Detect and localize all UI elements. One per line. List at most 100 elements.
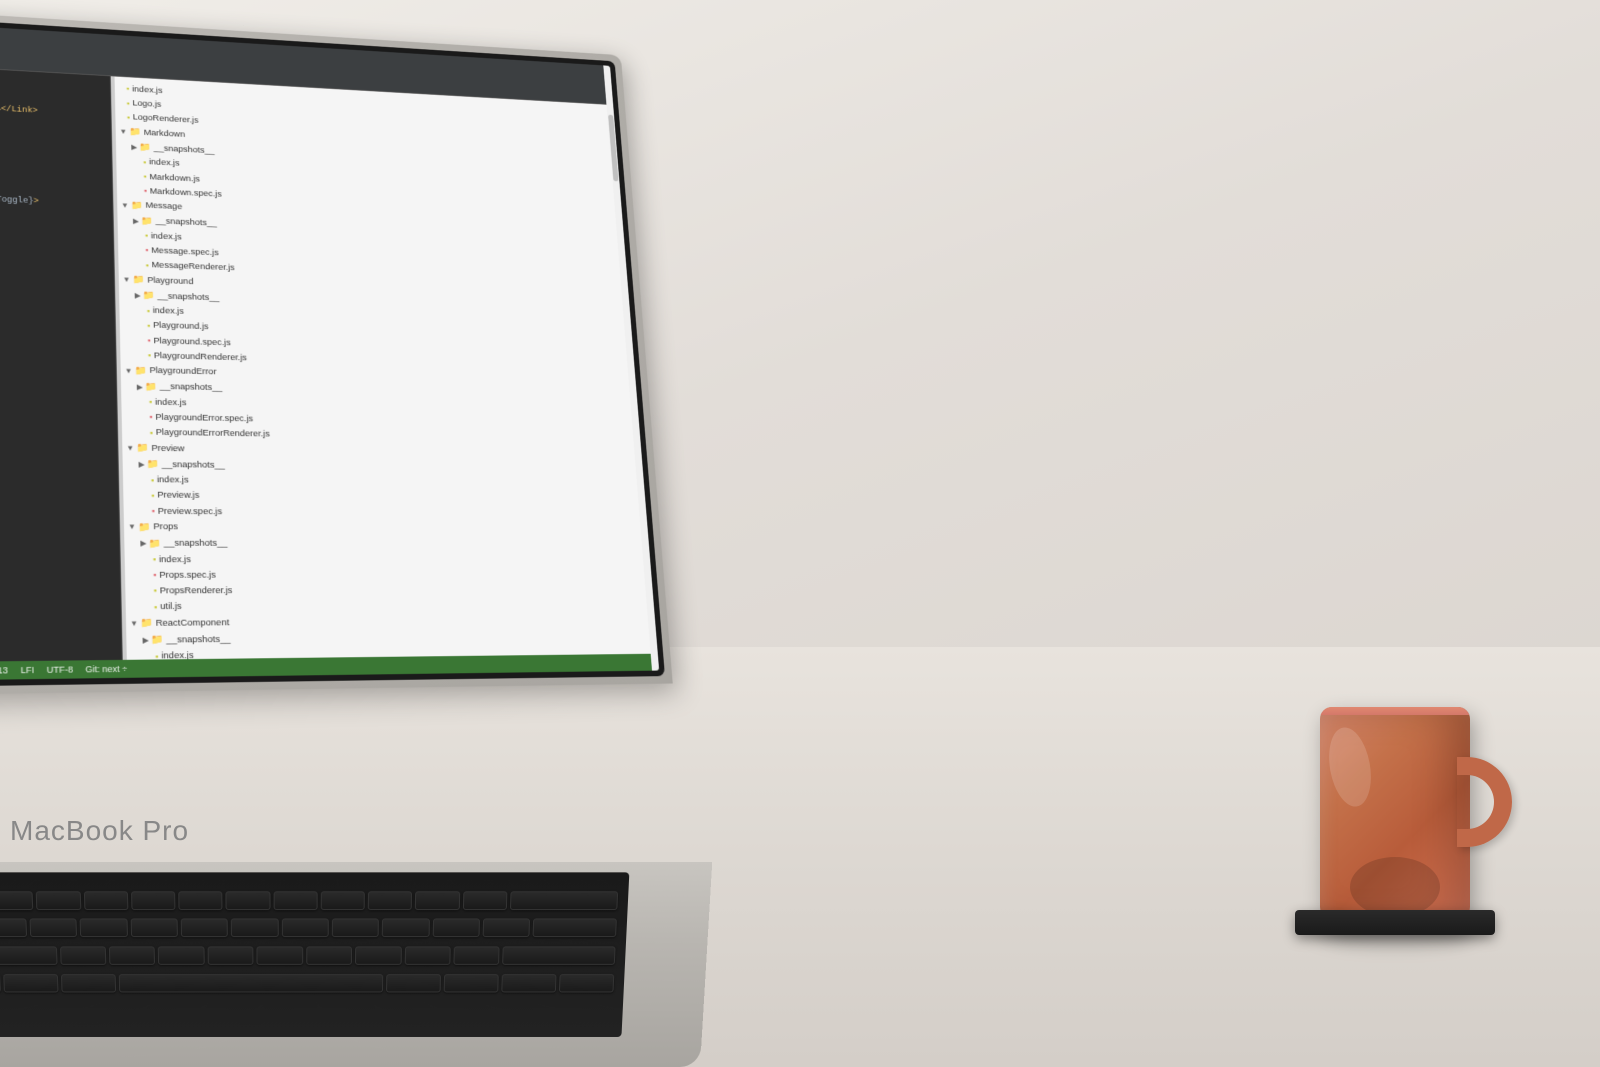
folder-icon: 📁 bbox=[151, 632, 164, 649]
list-item[interactable]: ▪ index.js bbox=[125, 552, 651, 568]
key bbox=[432, 919, 480, 938]
key bbox=[60, 946, 107, 965]
key bbox=[131, 891, 176, 910]
status-position: 65:13 bbox=[0, 665, 8, 675]
folder-icon: 📁 bbox=[138, 519, 151, 535]
code-content: <Link> ame)→ Exit Isolation</Link> ame +… bbox=[0, 59, 113, 218]
key bbox=[533, 919, 617, 938]
js-file-icon: ▪ bbox=[154, 600, 158, 615]
key bbox=[559, 974, 614, 992]
key bbox=[0, 919, 27, 938]
key bbox=[415, 891, 460, 910]
js-file-icon: ▪ bbox=[126, 83, 129, 97]
laptop-base bbox=[0, 862, 712, 1067]
chevron-down-icon: ▼ bbox=[126, 442, 134, 455]
chevron-right-icon: ▶ bbox=[137, 380, 143, 393]
list-item[interactable]: ▪ Props.spec.js bbox=[125, 567, 652, 583]
key bbox=[273, 891, 317, 910]
list-item[interactable]: ▶ 📁 __snapshots__ bbox=[124, 536, 649, 553]
key bbox=[501, 974, 556, 992]
spec-file-icon: ▪ bbox=[145, 244, 148, 258]
folder-icon: 📁 bbox=[142, 288, 154, 304]
key bbox=[444, 974, 499, 992]
file-tree-panel[interactable]: ▪ index.js ▪ Logo.js bbox=[115, 76, 658, 659]
key-row bbox=[0, 943, 616, 967]
spec-file-icon: ▪ bbox=[147, 334, 150, 348]
spec-file-icon: ▪ bbox=[144, 184, 147, 198]
key bbox=[0, 891, 34, 910]
key bbox=[0, 974, 1, 992]
brand-text: MacBook Pro bbox=[10, 815, 189, 846]
chevron-down-icon: ▼ bbox=[125, 364, 133, 377]
spec-file-icon: ▪ bbox=[153, 568, 157, 583]
file-tree-content: ▪ index.js ▪ Logo.js bbox=[115, 82, 658, 660]
folder-icon: 📁 bbox=[139, 140, 151, 156]
js-file-icon: ▪ bbox=[149, 426, 153, 440]
key bbox=[502, 946, 615, 965]
key bbox=[109, 946, 156, 965]
key bbox=[61, 974, 116, 992]
spec-file-icon: ▪ bbox=[151, 504, 155, 519]
folder-icon: 📁 bbox=[148, 536, 161, 552]
list-item[interactable]: ▪ Preview.spec.js bbox=[124, 504, 648, 522]
key bbox=[382, 919, 430, 938]
key bbox=[355, 946, 401, 965]
js-file-icon: ▪ bbox=[151, 489, 155, 504]
key bbox=[510, 891, 618, 910]
key bbox=[306, 946, 352, 965]
js-file-icon: ▪ bbox=[151, 473, 155, 488]
code-editor-panel[interactable]: <Link> ame)→ Exit Isolation</Link> ame +… bbox=[0, 59, 123, 664]
key bbox=[0, 946, 57, 965]
chevron-right-icon: ▶ bbox=[142, 634, 149, 648]
chevron-right-icon: ▶ bbox=[133, 215, 139, 227]
chevron-down-icon: ▼ bbox=[128, 521, 136, 534]
coffee-cup bbox=[1320, 707, 1470, 927]
chevron-down-icon: ▼ bbox=[119, 126, 127, 138]
key bbox=[281, 919, 328, 938]
js-file-icon: ▪ bbox=[143, 170, 146, 184]
cup-interior bbox=[1350, 857, 1440, 917]
js-file-icon: ▪ bbox=[155, 649, 159, 660]
folder-icon: 📁 bbox=[145, 379, 158, 395]
js-file-icon: ▪ bbox=[145, 229, 148, 243]
key-row bbox=[0, 888, 618, 913]
key bbox=[29, 919, 77, 938]
key bbox=[181, 919, 229, 938]
chevron-down-icon: ▼ bbox=[130, 617, 138, 630]
space-key bbox=[118, 974, 383, 992]
key bbox=[80, 919, 128, 938]
folder-icon: 📁 bbox=[141, 214, 153, 230]
laptop-screen: ● Index.js × Index / bbox=[0, 2, 673, 697]
js-file-icon: ▪ bbox=[149, 395, 152, 409]
list-item[interactable]: ▼ 📁 Props bbox=[124, 519, 648, 537]
key-row bbox=[0, 971, 614, 995]
folder-icon: 📁 bbox=[130, 198, 142, 214]
folder-icon: 📁 bbox=[129, 125, 141, 141]
key bbox=[178, 891, 223, 910]
chevron-right-icon: ▶ bbox=[140, 537, 146, 550]
folder-icon: 📁 bbox=[134, 363, 147, 379]
key-row bbox=[0, 916, 617, 940]
folder-icon: 📁 bbox=[146, 457, 159, 473]
key bbox=[321, 891, 365, 910]
js-file-icon: ▪ bbox=[126, 97, 129, 111]
spec-file-icon: ▪ bbox=[149, 411, 152, 425]
folder-icon: 📁 bbox=[132, 272, 144, 288]
key bbox=[404, 946, 451, 965]
js-file-icon: ▪ bbox=[148, 349, 151, 363]
keyboard-keys bbox=[0, 888, 618, 1022]
js-file-icon: ▪ bbox=[147, 304, 150, 318]
key bbox=[332, 919, 379, 938]
key bbox=[226, 891, 270, 910]
macbook-brand-label: MacBook Pro bbox=[10, 815, 189, 847]
folder-icon: 📁 bbox=[136, 440, 149, 456]
key bbox=[368, 891, 413, 910]
key bbox=[3, 974, 58, 992]
js-file-icon: ▪ bbox=[145, 258, 148, 272]
key bbox=[207, 946, 253, 965]
status-git: Git: next ÷ bbox=[85, 664, 127, 675]
chevron-right-icon: ▶ bbox=[138, 458, 144, 471]
key bbox=[462, 891, 507, 910]
key bbox=[130, 919, 178, 938]
key bbox=[158, 946, 204, 965]
